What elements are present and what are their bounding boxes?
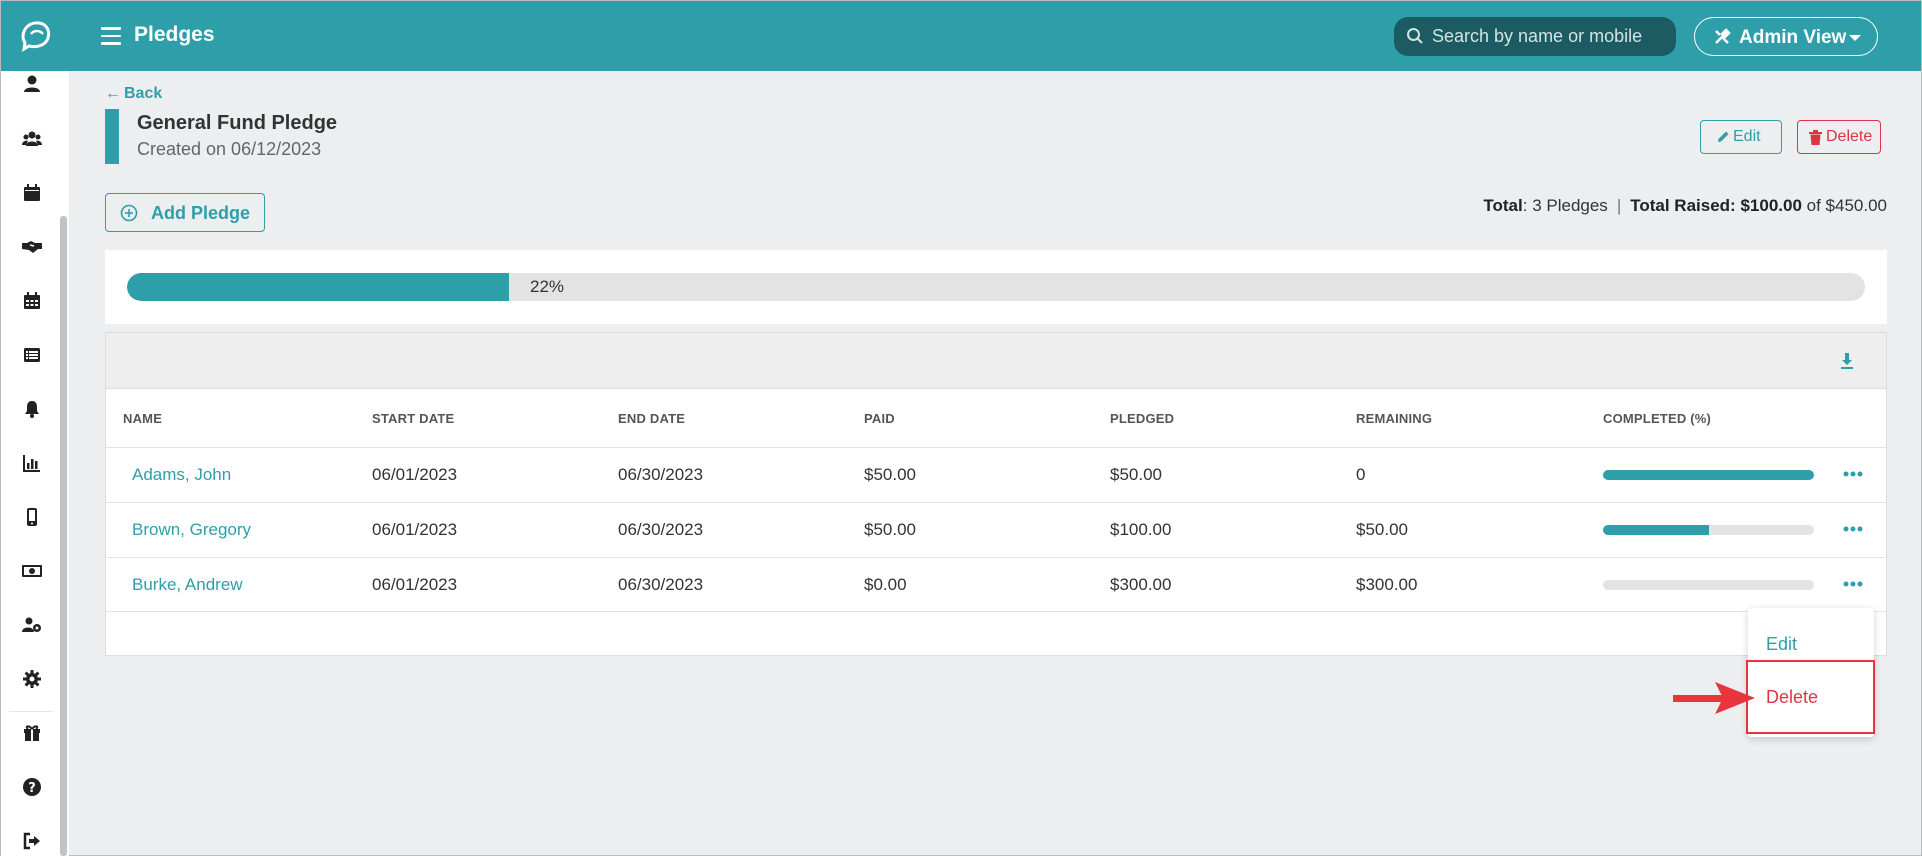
title-accent-bar [105,109,119,164]
back-label: Back [124,85,163,102]
paid-cell: $50.00 [864,520,916,539]
total-value: : 3 Pledges [1522,196,1608,215]
more-options-icon[interactable] [1842,523,1864,535]
total-label: Total [1483,196,1523,215]
svg-text:?: ? [28,781,36,796]
edit-label: Edit [1733,128,1761,145]
raised-goal: of $450.00 [1806,196,1887,215]
back-link[interactable]: ← Back [105,85,162,103]
column-header-remaining[interactable]: REMAINING [1356,411,1432,426]
start-date-cell: 06/01/2023 [372,465,458,484]
completed-progress-bar [1603,580,1814,590]
column-header-pledged[interactable]: PLEDGED [1110,411,1174,426]
completed-progress-fill [1603,525,1709,535]
raised-label: Total Raised: [1630,196,1736,215]
admin-view-dropdown[interactable]: Admin View [1694,17,1878,56]
sidebar-divider [9,711,53,712]
sidebar: ? [1,71,69,856]
end-date-cell: 06/30/2023 [618,465,704,484]
gift-icon[interactable] [22,723,42,743]
pledged-cell: $50.00 [1110,465,1162,484]
column-header-paid[interactable]: PAID [864,411,895,426]
overall-progress-label: 22% [530,277,565,296]
logo-icon[interactable] [17,17,53,53]
annotation-highlight-box [1746,660,1875,734]
completed-progress-bar [1603,470,1814,480]
user-icon[interactable] [22,74,42,94]
table-toolbar [106,333,1886,389]
calendar-icon[interactable] [22,183,42,203]
page-title: Pledges [134,23,215,46]
more-options-icon[interactable] [1842,468,1864,480]
mobile-icon[interactable] [22,507,42,527]
sidebar-scrollbar[interactable] [60,216,67,856]
paid-cell: $0.00 [864,575,907,594]
money-icon[interactable] [22,561,42,581]
remaining-cell: 0 [1356,465,1366,484]
remaining-cell: $50.00 [1356,520,1408,539]
column-header-end-date[interactable]: END DATE [618,411,685,426]
raised-value: $100.00 [1740,196,1802,215]
list-icon[interactable] [22,345,42,365]
search-icon [1407,28,1423,44]
table-row: Brown, Gregory 06/01/2023 06/30/2023 $50… [106,502,1886,557]
delete-button[interactable]: Delete [1797,120,1881,154]
top-bar: Pledges Search by name or mobile Admin V… [1,1,1921,71]
pencil-icon [1718,131,1729,142]
totals-summary: Total: 3 Pledges | Total Raised: $100.00 o… [1483,196,1887,216]
logout-icon[interactable] [22,831,42,851]
edit-button[interactable]: Edit [1700,120,1782,154]
trash-icon [1809,130,1822,145]
end-date-cell: 06/30/2023 [618,575,704,594]
plus-circle-icon [120,204,138,222]
totals-separator: | [1616,196,1622,215]
paid-cell: $50.00 [864,465,916,484]
chart-icon[interactable] [22,453,42,473]
column-header-completed[interactable]: COMPLETED (%) [1603,411,1711,426]
start-date-cell: 06/01/2023 [372,575,458,594]
admin-view-label: Admin View [1739,27,1847,48]
chevron-down-icon [1849,35,1861,41]
overall-progress-fill [127,273,510,301]
pledge-created-date: Created on 06/12/2023 [137,139,322,159]
completed-progress-fill [1603,470,1814,480]
help-icon[interactable]: ? [22,777,42,797]
menu-item-edit[interactable]: Edit [1766,634,1797,655]
completed-progress-bar [1603,525,1814,535]
bell-icon[interactable] [22,399,42,419]
pledged-cell: $300.00 [1110,575,1172,594]
overall-progress-bar [127,273,1865,301]
column-header-name[interactable]: NAME [123,411,162,426]
pledger-name-link[interactable]: Adams, John [132,465,231,485]
download-icon[interactable] [1838,351,1856,371]
menu-toggle-icon[interactable] [101,27,121,45]
end-date-cell: 06/30/2023 [618,520,704,539]
search-placeholder: Search by name or mobile [1432,26,1643,46]
app-window: Pledges Search by name or mobile Admin V… [0,0,1922,856]
remaining-cell: $300.00 [1356,575,1418,594]
settings-icon[interactable] [22,669,42,689]
users-icon[interactable] [22,129,42,149]
pledge-title: General Fund Pledge [137,112,338,134]
delete-label: Delete [1826,128,1873,145]
handshake-icon[interactable] [22,237,42,257]
pledges-table: NAME START DATE END DATE PAID PLEDGED RE… [105,332,1887,656]
table-row: Burke, Andrew 06/01/2023 06/30/2023 $0.0… [106,557,1886,612]
tools-icon [1715,28,1731,44]
table-row: Adams, John 06/01/2023 06/30/2023 $50.00… [106,447,1886,502]
column-header-start-date[interactable]: START DATE [372,411,454,426]
user-gear-icon[interactable] [22,615,42,635]
add-pledge-label: Add Pledge [151,203,251,223]
add-pledge-button[interactable]: Add Pledge [105,193,265,232]
search-input[interactable]: Search by name or mobile [1394,17,1676,56]
start-date-cell: 06/01/2023 [372,520,458,539]
pledger-name-link[interactable]: Burke, Andrew [132,575,243,595]
pledged-cell: $100.00 [1110,520,1172,539]
annotation-arrow-icon [1673,682,1755,714]
pledger-name-link[interactable]: Brown, Gregory [132,520,251,540]
progress-card: 22% [105,250,1887,324]
arrow-left-icon: ← [105,85,121,102]
more-options-icon[interactable] [1842,578,1864,590]
calendar-grid-icon[interactable] [22,291,42,311]
